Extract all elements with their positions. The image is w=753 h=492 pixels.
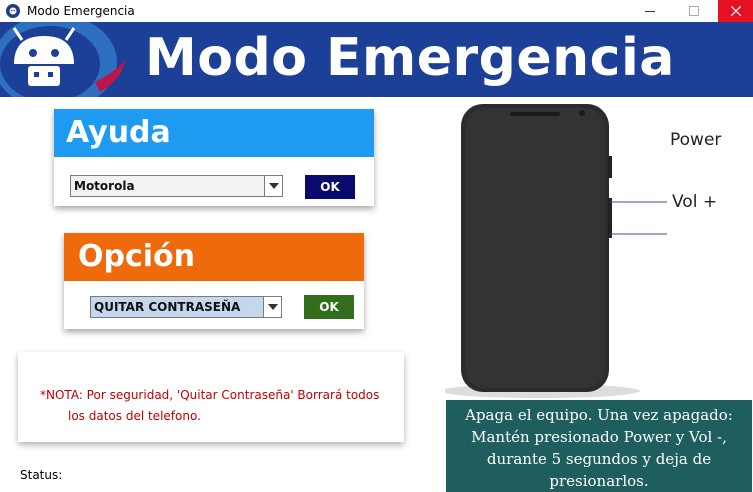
status-label: Status: — [20, 468, 63, 482]
phone-illustration — [445, 104, 667, 398]
opcion-heading: Opción — [64, 233, 364, 281]
power-label: Power — [670, 130, 722, 150]
app-window: Modo Emergencia Modo Emergencia Ayuda Mo… — [0, 0, 753, 492]
instructions-line3: durante 5 segundos y deja de — [486, 450, 712, 468]
ayuda-panel: Ayuda Motorola OK — [54, 109, 374, 206]
instructions-line4: presionarlos. — [549, 472, 649, 490]
dropdown-arrow-icon[interactable] — [264, 176, 282, 196]
close-icon[interactable] — [718, 0, 753, 22]
option-select[interactable]: QUITAR CONTRASEÑA — [90, 296, 282, 318]
warning-note-line1: *NOTA: Por seguridad, 'Quitar Contraseña… — [40, 388, 380, 402]
warning-note-panel: *NOTA: Por seguridad, 'Quitar Contraseña… — [18, 352, 404, 442]
vol-label: Vol + — [672, 192, 718, 212]
brand-select[interactable]: Motorola — [70, 175, 283, 197]
instructions-line1: Apaga el equipo. Una vez apagado: — [465, 406, 733, 424]
window-title: Modo Emergencia — [27, 4, 135, 18]
title-bar: Modo Emergencia — [0, 0, 753, 22]
instructions-line2: Mantén presionado Power y Vol -, — [471, 428, 727, 446]
brand-select-value: Motorola — [74, 179, 135, 193]
opcion-ok-button[interactable]: OK — [304, 295, 354, 319]
header-banner: Modo Emergencia — [0, 22, 753, 97]
banner-title: Modo Emergencia — [145, 28, 675, 88]
banner-logo — [0, 22, 125, 97]
warning-note-text: *NOTA: Por seguridad, 'Quitar Contraseña… — [40, 385, 400, 427]
ayuda-heading: Ayuda — [54, 109, 374, 157]
ayuda-ok-button[interactable]: OK — [305, 175, 355, 199]
dropdown-arrow-icon[interactable] — [263, 297, 281, 317]
android-icon — [6, 4, 20, 18]
option-select-value: QUITAR CONTRASEÑA — [94, 300, 241, 314]
warning-note-line2: los datos del telefono. — [68, 409, 201, 423]
minimize-icon[interactable] — [632, 0, 667, 22]
instructions-box: Apaga el equipo. Una vez apagado: Mantén… — [446, 400, 752, 492]
opcion-panel: Opción QUITAR CONTRASEÑA OK — [64, 233, 364, 329]
maximize-icon[interactable] — [676, 0, 711, 22]
